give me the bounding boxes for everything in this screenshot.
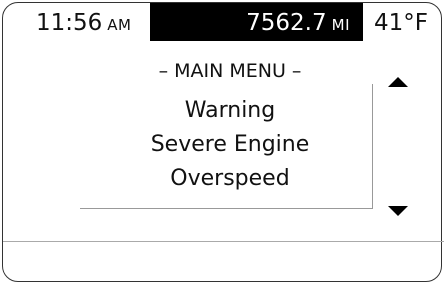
- clock: 11:56 AM: [36, 9, 132, 39]
- scroll-rail: [372, 84, 373, 208]
- odometer-unit: MI: [331, 16, 350, 34]
- menu-title: – MAIN MENU –: [158, 60, 302, 82]
- odometer-box: 7562.7 MI: [150, 3, 363, 41]
- bottom-divider: [3, 241, 444, 242]
- clock-time: 11:56: [36, 10, 103, 36]
- status-bar: 11:56 AM 7562.7 MI 41°F: [0, 0, 447, 46]
- triangle-up-icon[interactable]: [388, 77, 408, 87]
- warning-line-1: Warning: [184, 98, 276, 123]
- odometer: 7562.7 MI: [246, 9, 350, 39]
- warning-message: Warning Severe Engine Overspeed: [80, 94, 380, 196]
- odometer-value: 7562.7: [246, 10, 327, 36]
- clock-period: AM: [107, 16, 132, 34]
- outside-temperature: 41°F: [374, 10, 428, 36]
- cluster-display: 11:56 AM 7562.7 MI 41°F – MAIN MENU – Warn…: [0, 0, 447, 287]
- warning-line-2: Severe Engine: [150, 132, 310, 157]
- warning-line-3: Overspeed: [170, 166, 290, 191]
- content-divider: [80, 208, 373, 209]
- triangle-down-icon[interactable]: [388, 206, 408, 216]
